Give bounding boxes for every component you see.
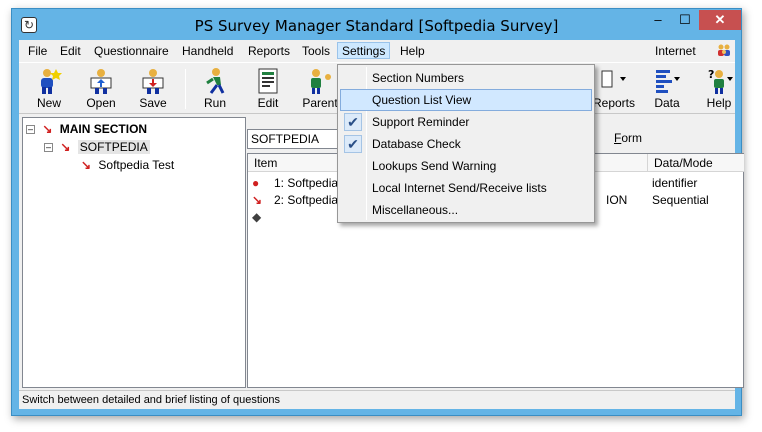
menu-item-label: Section Numbers xyxy=(372,71,465,85)
question-mode: identifier xyxy=(652,176,698,190)
toolbar-separator xyxy=(185,69,186,109)
data-chart-icon xyxy=(656,70,680,93)
menu-item-label: Miscellaneous... xyxy=(372,203,459,217)
menu-tools[interactable]: Tools xyxy=(302,43,330,60)
menu-item-database-check[interactable]: ✔ Database Check xyxy=(340,133,592,155)
red-circle-icon: ● xyxy=(252,176,260,190)
menu-item-question-list-view[interactable]: Question List View xyxy=(340,89,592,111)
run-person-icon xyxy=(206,68,225,94)
tree-node-label: SOFTPEDIA xyxy=(77,140,150,154)
tree-node-label: MAIN SECTION xyxy=(59,122,148,136)
red-arrow-icon: ↘ xyxy=(42,122,53,136)
reports-button[interactable]: Reports xyxy=(592,67,636,111)
help-person-icon: ? xyxy=(708,68,733,94)
status-bar: Switch between detailed and brief listin… xyxy=(19,390,735,409)
menu-settings[interactable]: Settings xyxy=(337,42,391,59)
collapse-icon[interactable]: – xyxy=(44,143,53,153)
close-button[interactable]: ✕ xyxy=(699,10,741,30)
diamond-icon: ◆ xyxy=(252,210,262,224)
checkmark-icon: ✔ xyxy=(344,135,362,153)
menu-help[interactable]: Help xyxy=(400,43,425,60)
new-person-icon xyxy=(41,69,62,94)
column-header-data-mode[interactable]: Data/Mode xyxy=(648,154,745,172)
menu-item-section-numbers[interactable]: Section Numbers xyxy=(340,67,592,89)
red-arrow-icon: ↘ xyxy=(60,140,71,154)
checkmark-icon: ✔ xyxy=(344,113,362,131)
minimize-button[interactable]: – xyxy=(645,10,671,30)
settings-dropdown: Section Numbers Question List View ✔ Sup… xyxy=(337,64,595,223)
help-button[interactable]: ? Help xyxy=(700,67,738,111)
edit-button[interactable]: Edit xyxy=(243,67,293,111)
menu-item-miscellaneous[interactable]: Miscellaneous... xyxy=(340,199,592,221)
run-button[interactable]: Run xyxy=(190,67,240,111)
window-title: PS Survey Manager Standard [Softpedia Su… xyxy=(194,17,559,35)
data-label: Data xyxy=(654,96,680,110)
tree-node-softpedia[interactable]: – ↘ SOFTPEDIA xyxy=(44,139,150,156)
collapse-icon[interactable]: – xyxy=(26,125,35,135)
reports-icon xyxy=(601,70,626,88)
run-label: Run xyxy=(203,96,226,110)
form-label[interactable]: Form xyxy=(614,131,642,145)
open-button[interactable]: Open xyxy=(76,67,126,111)
menu-item-label: Local Internet Send/Receive lists xyxy=(372,181,547,195)
svg-text:?: ? xyxy=(708,68,714,81)
new-label: New xyxy=(36,96,61,110)
open-label: Open xyxy=(86,96,116,110)
menu-item-label: Support Reminder xyxy=(372,115,470,129)
tree-node-label: Softpedia Test xyxy=(98,158,175,172)
menu-item-local-internet-send-receive[interactable]: Local Internet Send/Receive lists xyxy=(340,177,592,199)
menu-handheld[interactable]: Handheld xyxy=(182,43,233,60)
title-bar[interactable]: ↻ PS Survey Manager Standard [Softpedia … xyxy=(12,9,741,40)
menu-item-label: Database Check xyxy=(372,137,461,151)
reports-label: Reports xyxy=(592,96,636,110)
menu-questionnaire[interactable]: Questionnaire xyxy=(94,43,169,60)
save-person-icon xyxy=(142,69,164,94)
tree-node-main-section[interactable]: – ↘ MAIN SECTION xyxy=(26,121,147,138)
new-button[interactable]: New xyxy=(24,67,74,111)
save-label: Save xyxy=(139,96,167,110)
menu-item-lookups-send-warning[interactable]: Lookups Send Warning xyxy=(340,155,592,177)
open-person-icon xyxy=(90,69,112,94)
parent-people-icon xyxy=(311,69,331,94)
save-button[interactable]: Save xyxy=(128,67,178,111)
menu-bar: File Edit Questionnaire Handheld Reports… xyxy=(19,40,735,62)
red-arrow-icon: ↘ xyxy=(81,158,92,172)
edit-form-icon xyxy=(258,68,278,94)
people-icon[interactable] xyxy=(716,43,732,59)
internet-label[interactable]: Internet xyxy=(655,43,696,60)
section-tree[interactable]: – ↘ MAIN SECTION – ↘ SOFTPEDIA ↘ Softped… xyxy=(22,117,246,388)
help-label: Help xyxy=(706,96,732,110)
menu-reports[interactable]: Reports xyxy=(248,43,290,60)
edit-label: Edit xyxy=(257,96,279,110)
menu-file[interactable]: File xyxy=(28,43,47,60)
menu-item-label: Question List View xyxy=(372,93,472,107)
question-type: ION xyxy=(606,193,628,207)
tree-node-softpedia-test[interactable]: ↘ Softpedia Test xyxy=(81,157,174,174)
red-arrow-icon: ↘ xyxy=(252,193,263,207)
data-button[interactable]: Data xyxy=(642,67,692,111)
question-mode: Sequential xyxy=(652,193,709,207)
menu-item-label: Lookups Send Warning xyxy=(372,159,497,173)
maximize-button[interactable]: ☐ xyxy=(672,10,698,30)
menu-item-support-reminder[interactable]: ✔ Support Reminder xyxy=(340,111,592,133)
menu-edit[interactable]: Edit xyxy=(60,43,81,60)
